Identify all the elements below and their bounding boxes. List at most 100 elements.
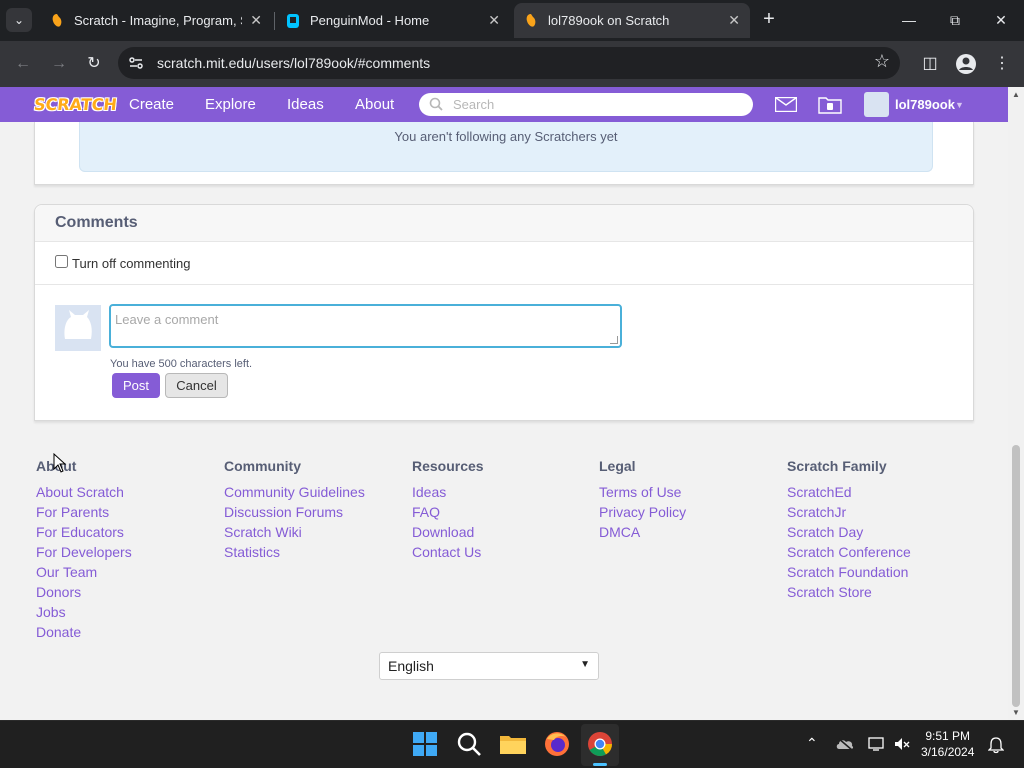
more-menu-icon[interactable]: ⋮ [990, 52, 1014, 76]
reload-icon[interactable]: ↻ [80, 50, 108, 78]
comment-textarea[interactable]: Leave a comment [109, 304, 622, 348]
scrollbar-thumb[interactable] [1012, 445, 1020, 707]
tab-active-profile[interactable]: lol789ook on Scratch ✕ [514, 3, 750, 38]
forward-arrow-icon[interactable]: → [45, 50, 73, 78]
penguinmod-favicon-icon [287, 14, 299, 28]
comment-placeholder: Leave a comment [115, 312, 219, 327]
footer-link[interactable]: Jobs [36, 602, 132, 622]
footer-link[interactable]: FAQ [412, 502, 484, 522]
side-panel-icon[interactable]: ◫ [918, 52, 942, 76]
footer-heading: Community [224, 458, 301, 474]
restore-icon[interactable]: ⧉ [932, 6, 978, 34]
footer-link[interactable]: Scratch Conference [787, 542, 911, 562]
turn-off-commenting-label[interactable]: Turn off commenting [72, 242, 191, 285]
system-clock[interactable]: 9:51 PM 3/16/2024 [921, 728, 974, 760]
cancel-button[interactable]: Cancel [165, 373, 228, 398]
tray-chevron-up-icon[interactable]: ⌃ [806, 735, 818, 752]
turn-off-commenting-checkbox[interactable] [55, 255, 68, 268]
language-select[interactable]: English ▼ [379, 652, 599, 680]
messages-envelope-icon[interactable] [775, 97, 797, 112]
address-bar[interactable]: scratch.mit.edu/users/lol789ook/#comment… [118, 47, 900, 79]
bookmark-star-icon[interactable]: ☆ [874, 51, 890, 72]
close-icon[interactable]: ✕ [250, 3, 262, 38]
nav-create[interactable]: Create [129, 87, 174, 122]
caret-down-icon[interactable]: ▼ [955, 100, 964, 110]
url-text: scratch.mit.edu/users/lol789ook/#comment… [157, 55, 431, 71]
my-stuff-folder-icon[interactable] [818, 95, 842, 114]
close-icon[interactable]: ✕ [488, 3, 500, 38]
notification-bell-icon[interactable] [988, 736, 1004, 754]
comment-toggle-row: Turn off commenting [35, 242, 973, 285]
resize-grip-icon[interactable] [610, 336, 618, 344]
new-tab-plus-icon[interactable]: + [758, 8, 780, 32]
characters-left-text: You have 500 characters left. [110, 358, 253, 370]
footer-column-community: Community Community Guidelines Discussio… [224, 458, 365, 562]
footer-link[interactable]: Discussion Forums [224, 502, 365, 522]
scroll-up-arrow-icon[interactable]: ▲ [1012, 90, 1020, 99]
footer-link[interactable]: Scratch Store [787, 582, 911, 602]
profile-icon[interactable] [954, 52, 978, 76]
footer-link[interactable]: For Developers [36, 542, 132, 562]
network-monitor-icon[interactable] [868, 736, 886, 752]
vertical-scrollbar[interactable]: ▲ ▼ [1008, 87, 1024, 720]
footer-link[interactable]: Scratch Day [787, 522, 911, 542]
avatar[interactable] [864, 92, 889, 117]
nav-ideas[interactable]: Ideas [287, 87, 324, 122]
scratch-favicon-icon [526, 14, 536, 27]
scroll-down-arrow-icon[interactable]: ▼ [1012, 708, 1020, 717]
search-placeholder: Search [453, 97, 495, 112]
nav-about[interactable]: About [355, 87, 394, 122]
file-explorer-icon[interactable] [498, 729, 528, 759]
footer-link[interactable]: Donate [36, 622, 132, 642]
window-close-icon[interactable]: ✕ [978, 6, 1024, 34]
footer: About About Scratch For Parents For Educ… [0, 440, 1008, 720]
footer-heading: Legal [599, 458, 636, 474]
footer-link[interactable]: Donors [36, 582, 132, 602]
comments-header: Comments [35, 205, 973, 242]
search-icon[interactable] [454, 729, 484, 759]
scratch-logo[interactable]: SCRATCH [33, 93, 118, 117]
minimize-icon[interactable]: — [886, 6, 932, 34]
search-input[interactable]: Search [419, 93, 753, 116]
onedrive-cloud-icon[interactable] [836, 736, 854, 752]
footer-link[interactable]: Download [412, 522, 484, 542]
footer-link[interactable]: Terms of Use [599, 482, 686, 502]
firefox-icon[interactable] [542, 729, 572, 759]
following-box: You aren't following any Scratchers yet [34, 122, 974, 185]
footer-link[interactable]: For Educators [36, 522, 132, 542]
tab-search-chevron-icon[interactable]: ⌄ [6, 8, 32, 32]
footer-link[interactable]: Scratch Wiki [224, 522, 365, 542]
chrome-icon[interactable] [585, 729, 615, 759]
comments-box: Comments Turn off commenting Leave a com… [34, 204, 974, 421]
browser-toolbar: ← → ↻ scratch.mit.edu/users/lol789ook/#c… [0, 41, 1024, 87]
tab-penguinmod[interactable]: PenguinMod - Home ✕ [276, 3, 510, 38]
footer-link[interactable]: Contact Us [412, 542, 484, 562]
footer-heading: Scratch Family [787, 458, 887, 474]
footer-link[interactable]: DMCA [599, 522, 686, 542]
site-info-icon[interactable] [128, 55, 144, 71]
footer-link[interactable]: Privacy Policy [599, 502, 686, 522]
footer-link[interactable]: ScratchEd [787, 482, 911, 502]
footer-link[interactable]: About Scratch [36, 482, 132, 502]
nav-explore[interactable]: Explore [205, 87, 256, 122]
comments-title: Comments [55, 214, 138, 231]
footer-heading: Resources [412, 458, 484, 474]
footer-link[interactable]: Scratch Foundation [787, 562, 911, 582]
windows-start-icon[interactable] [410, 729, 440, 759]
close-icon[interactable]: ✕ [728, 3, 740, 38]
profile-page-content: You aren't following any Scratchers yet … [0, 122, 1008, 720]
footer-link[interactable]: Statistics [224, 542, 365, 562]
footer-link[interactable]: Community Guidelines [224, 482, 365, 502]
post-button[interactable]: Post [112, 373, 160, 398]
tab-title: PenguinMod - Home [310, 13, 430, 28]
footer-link[interactable]: Ideas [412, 482, 484, 502]
volume-muted-icon[interactable] [893, 736, 911, 752]
footer-link[interactable]: For Parents [36, 502, 132, 522]
tab-scratch-home[interactable]: Scratch - Imagine, Program, Share ✕ [40, 3, 272, 38]
footer-link[interactable]: ScratchJr [787, 502, 911, 522]
footer-column-about: About About Scratch For Parents For Educ… [36, 458, 132, 642]
footer-link[interactable]: Our Team [36, 562, 132, 582]
back-arrow-icon[interactable]: ← [9, 50, 37, 78]
username-label[interactable]: lol789ook [895, 87, 955, 122]
following-empty-message: You aren't following any Scratchers yet [79, 122, 933, 172]
